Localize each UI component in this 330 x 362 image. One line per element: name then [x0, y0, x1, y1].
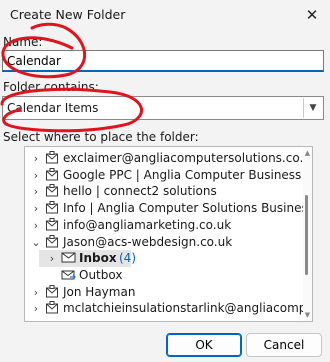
vertical-scrollbar[interactable]: ▲ ▼	[303, 147, 312, 321]
tree-item[interactable]: Outbox	[25, 267, 305, 284]
tree-item[interactable]: › Inbox (4)	[39, 250, 136, 268]
chevron-right-icon[interactable]: ›	[31, 183, 41, 200]
tree-item[interactable]: › info@angliamarketing.co.uk	[25, 217, 305, 234]
tree-item-label: mclatchieinsulationstarlink@angliacomput…	[63, 301, 312, 316]
chevron-right-icon[interactable]: ›	[31, 167, 41, 184]
ok-button[interactable]: OK	[166, 333, 242, 357]
chevron-right-icon[interactable]: ›	[47, 250, 57, 267]
folder-contains-dropdown[interactable]: Calendar Items ▼	[2, 96, 324, 120]
chevron-right-icon[interactable]: ›	[31, 200, 41, 217]
folder-name-input[interactable]	[2, 50, 324, 72]
tree-item-label: info@angliamarketing.co.uk	[63, 217, 232, 232]
close-icon[interactable]: ✕	[302, 5, 322, 25]
scrollbar-thumb[interactable]	[305, 195, 308, 275]
mailbox-icon	[45, 301, 59, 320]
unread-count: (4)	[119, 251, 136, 266]
chevron-right-icon[interactable]: ›	[31, 284, 41, 301]
tree-item-label: exclaimer@angliacomputersolutions.co.uk	[63, 151, 313, 165]
chevron-right-icon[interactable]: ›	[31, 217, 41, 234]
chevron-right-icon[interactable]: ›	[31, 300, 41, 317]
window-title: Create New Folder	[10, 7, 126, 22]
folder-contains-label: Folder contains:	[3, 80, 99, 94]
chevron-down-icon[interactable]: ▼	[303, 98, 322, 118]
tree-item[interactable]: ⌄ Jason@acs-webdesign.co.uk	[25, 234, 305, 251]
tree-item-label: Jason@acs-webdesign.co.uk	[63, 234, 233, 249]
tree-item-label: Jon Hayman	[63, 284, 136, 299]
folder-contains-value: Calendar Items	[7, 101, 99, 115]
chevron-down-icon[interactable]: ⌄	[31, 234, 41, 251]
tree-item[interactable]: › Google PPC | Anglia Computer Business L…	[25, 167, 312, 184]
tree-item[interactable]: › Info | Anglia Computer Solutions Busine…	[25, 200, 312, 217]
tree-item-label: hello | connect2 solutions	[63, 184, 217, 199]
tree-item-label: Google PPC | Anglia Computer Business Lt…	[63, 167, 313, 182]
name-label: Name:	[3, 35, 43, 49]
scroll-up-icon[interactable]: ▲	[303, 149, 312, 157]
tree-item[interactable]: › hello | connect2 solutions	[25, 183, 305, 200]
tree-item[interactable]: › Jon Hayman	[25, 284, 305, 301]
cancel-button[interactable]: Cancel	[246, 333, 322, 357]
chevron-right-icon[interactable]: ›	[31, 150, 41, 167]
tree-item[interactable]: › mclatchieinsulationstarlink@angliacompu…	[25, 300, 312, 320]
folder-tree[interactable]: › exclaimer@angliacomputersolutions.co.uk…	[24, 146, 313, 322]
scroll-down-icon[interactable]: ▼	[303, 311, 312, 319]
title-bar: Create New Folder ✕	[0, 0, 330, 30]
tree-item-label: Inbox	[79, 251, 117, 266]
place-folder-label: Select where to place the folder:	[3, 130, 199, 144]
tree-item[interactable]: › exclaimer@angliacomputersolutions.co.uk	[25, 150, 312, 167]
tree-item-label: Outbox	[79, 267, 123, 282]
tree-item-label: Info | Anglia Computer Solutions Busines…	[63, 201, 313, 216]
